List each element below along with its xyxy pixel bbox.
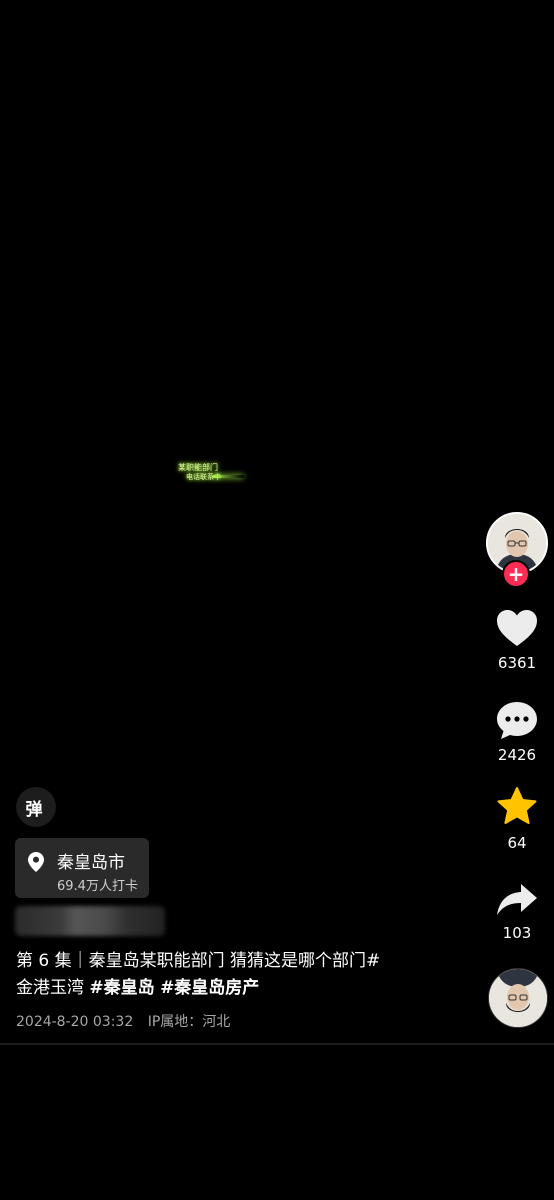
subtitle-light-streak	[212, 475, 244, 478]
location-card[interactable]: 秦皇岛市 69.4万人打卡	[15, 838, 149, 898]
follow-button[interactable]: +	[502, 560, 530, 588]
danmu-toggle-button[interactable]: 弹	[16, 787, 56, 827]
comment-bubble-icon	[497, 702, 537, 739]
share-arrow-icon	[497, 884, 537, 915]
video-subtitle-overlay: 某职能部门 电话联系中	[176, 460, 250, 484]
hashtag-link[interactable]: #秦皇岛	[89, 978, 154, 998]
location-name: 秦皇岛市	[57, 853, 125, 873]
author-avatar-group[interactable]: +	[486, 512, 548, 588]
post-date: 2024-8-20 03:32	[16, 1014, 134, 1030]
music-disc[interactable]	[488, 968, 548, 1028]
blurred-tag-strip[interactable]	[15, 906, 165, 936]
location-checkins: 69.4万人打卡	[57, 879, 138, 894]
comment-button[interactable]: 2426	[486, 700, 548, 764]
hashtag-link[interactable]: #秦皇岛房产	[160, 978, 259, 998]
caption-text-part1: 第 6 集｜秦皇岛某职能部门 猜猜这是哪个部门#	[16, 951, 381, 971]
music-disc-icon	[489, 969, 547, 1027]
video-caption: 第 6 集｜秦皇岛某职能部门 猜猜这是哪个部门# 金港玉湾 #秦皇岛 #秦皇岛房…	[16, 948, 456, 1002]
like-count: 6361	[497, 654, 537, 672]
favorite-count: 64	[507, 834, 527, 852]
caption-text-part2: 金港玉湾	[16, 978, 84, 998]
share-count: 103	[502, 924, 532, 942]
danmu-label: 弹	[25, 799, 43, 820]
divider	[0, 1043, 554, 1045]
location-pin-icon	[28, 852, 44, 872]
heart-icon	[497, 610, 537, 646]
share-button[interactable]: 103	[486, 882, 548, 942]
favorite-button[interactable]: 64	[486, 786, 548, 852]
like-button[interactable]: 6361	[486, 608, 548, 672]
ip-location: IP属地：河北	[147, 1014, 231, 1030]
star-icon	[497, 787, 537, 824]
comment-count: 2426	[497, 746, 537, 764]
post-meta: 2024-8-20 03:32 IP属地：河北	[16, 1011, 240, 1031]
